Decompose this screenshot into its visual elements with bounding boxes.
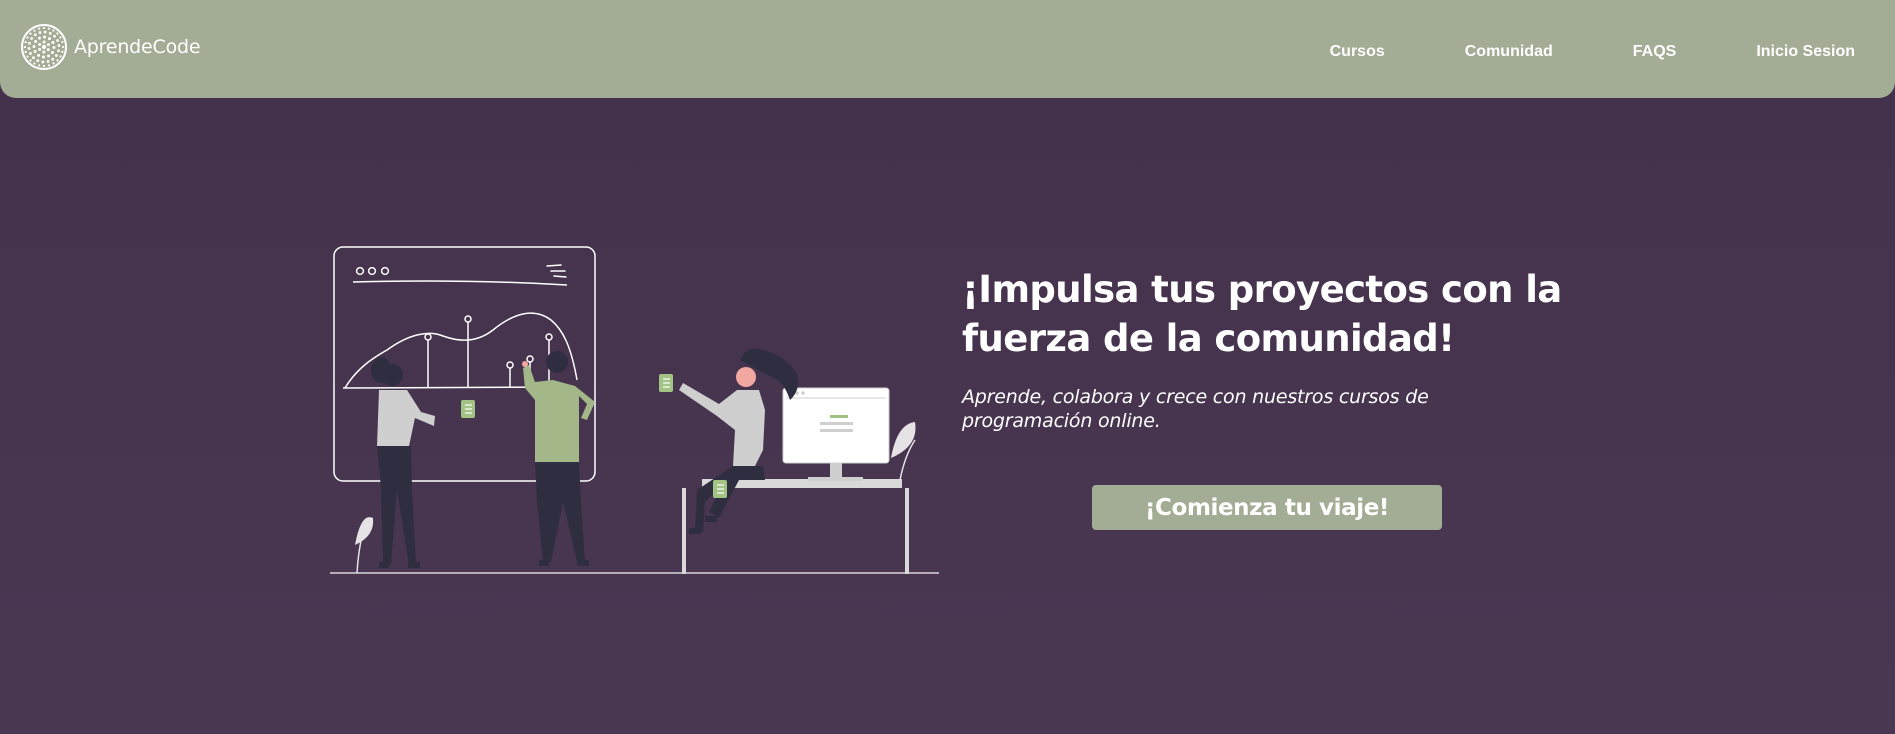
hero-subtitle: Aprende, colabora y crece con nuestros c… xyxy=(962,386,1429,432)
mug-desk xyxy=(713,480,727,498)
main-nav: Cursos Comunidad FAQS Inicio Sesion xyxy=(1250,0,1855,104)
logo-icon xyxy=(21,24,67,70)
mug-left xyxy=(461,400,475,418)
mug-right xyxy=(659,374,673,392)
hero-title: ¡Impulsa tus proyectos con la fuerza de … xyxy=(962,268,1562,360)
nav-faqs[interactable]: FAQS xyxy=(1633,43,1677,61)
hero-copy: ¡Impulsa tus proyectos con la fuerza de … xyxy=(962,265,1562,433)
nav-comunidad[interactable]: Comunidad xyxy=(1465,43,1553,61)
person-left xyxy=(371,357,475,568)
start-journey-button[interactable]: ¡Comienza tu viaje! xyxy=(1092,485,1442,530)
left-plant xyxy=(355,517,374,574)
logo-text: AprendeCode xyxy=(74,36,201,58)
person-right xyxy=(659,348,799,534)
nav-cursos[interactable]: Cursos xyxy=(1330,43,1385,61)
logo-link[interactable]: AprendeCode xyxy=(20,23,201,71)
site-header: AprendeCode Cursos Comunidad FAQS Inicio… xyxy=(0,0,1895,98)
nav-login[interactable]: Inicio Sesion xyxy=(1756,43,1855,61)
computer-monitor xyxy=(782,387,890,481)
hero-illustration xyxy=(330,246,939,574)
person-middle xyxy=(522,351,595,566)
right-plant xyxy=(891,422,916,481)
